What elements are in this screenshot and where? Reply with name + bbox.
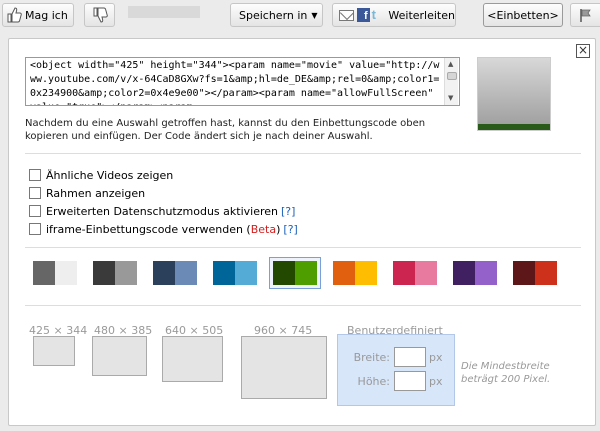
embed-label: <Einbetten>	[487, 8, 559, 22]
color-swatch-4[interactable]	[213, 261, 257, 285]
scroll-down-icon[interactable]: ▼	[448, 94, 453, 102]
dislike-button[interactable]	[84, 3, 115, 27]
save-to-label: Speichern in	[239, 8, 308, 22]
scroll-up-icon[interactable]: ▲	[448, 60, 453, 68]
height-input[interactable]	[394, 371, 426, 391]
swatch-secondary	[235, 261, 257, 285]
like-button[interactable]: Mag ich	[2, 3, 74, 27]
color-swatch-5[interactable]	[269, 257, 321, 289]
help-link[interactable]: [?]	[281, 205, 295, 218]
size-option-425[interactable]	[33, 336, 75, 366]
swatch-primary	[333, 261, 355, 285]
rating-bar	[128, 6, 200, 18]
swatch-secondary	[355, 261, 377, 285]
option-label-end: )	[276, 222, 281, 236]
option-related-videos[interactable]: Ähnliche Videos zeigen	[29, 167, 173, 183]
custom-width-row: Breite: px	[348, 347, 443, 367]
color-swatch-1[interactable]	[33, 261, 77, 285]
color-swatch-8[interactable]	[453, 261, 497, 285]
thumbs-up-icon	[7, 7, 22, 23]
swatch-secondary	[415, 261, 437, 285]
close-button[interactable]: ×	[576, 44, 590, 58]
color-swatch-7[interactable]	[393, 261, 437, 285]
size-option-960[interactable]	[241, 336, 327, 399]
swatch-primary	[513, 261, 535, 285]
width-unit: px	[429, 350, 443, 364]
checkbox[interactable]	[29, 187, 41, 199]
swatch-primary	[33, 261, 55, 285]
thumbs-down-icon	[93, 7, 108, 23]
option-iframe-code[interactable]: iframe-Einbettungscode verwenden (Beta) …	[29, 221, 298, 237]
height-unit: px	[429, 374, 443, 388]
preview-control-bar	[478, 124, 550, 130]
swatch-secondary	[175, 261, 197, 285]
option-label: Ähnliche Videos zeigen	[46, 168, 174, 182]
custom-height-row: Höhe: px	[348, 371, 443, 391]
color-swatch-9[interactable]	[513, 261, 557, 285]
swatch-secondary	[115, 261, 137, 285]
option-label: iframe-Einbettungscode verwenden (	[46, 222, 251, 236]
share-label: Weiterleiten	[388, 8, 455, 22]
beta-badge: Beta	[250, 222, 277, 236]
height-label: Höhe:	[357, 374, 390, 388]
embed-code-textarea[interactable]: <object width="425" height="344"><param …	[25, 57, 460, 106]
swatch-secondary	[535, 261, 557, 285]
like-label: Mag ich	[25, 8, 68, 22]
checkbox[interactable]	[29, 223, 41, 235]
chevron-down-icon: ▼	[311, 10, 318, 20]
color-swatch-6[interactable]	[333, 261, 377, 285]
swatch-secondary	[475, 261, 497, 285]
option-border[interactable]: Rahmen anzeigen	[29, 185, 145, 201]
swatch-secondary	[295, 261, 317, 285]
option-label: Erweiterten Datenschutzmodus aktivieren	[46, 204, 278, 218]
width-input[interactable]	[394, 347, 426, 367]
swatch-primary	[153, 261, 175, 285]
player-preview	[477, 57, 551, 131]
help-link[interactable]: [?]	[283, 223, 297, 236]
swatch-primary	[213, 261, 235, 285]
option-privacy-mode[interactable]: Erweiterten Datenschutzmodus aktivieren …	[29, 203, 295, 219]
share-button[interactable]: f t Weiterleiten	[332, 3, 456, 27]
scroll-thumb[interactable]	[447, 72, 457, 80]
checkbox[interactable]	[29, 205, 41, 217]
save-to-button[interactable]: Speichern in ▼	[230, 3, 323, 27]
color-swatch-3[interactable]	[153, 261, 197, 285]
mail-icon	[339, 9, 354, 21]
embed-panel: × <object width="425" height="344"><para…	[8, 38, 596, 426]
swatch-secondary	[55, 261, 77, 285]
checkbox[interactable]	[29, 169, 41, 181]
flag-icon	[579, 9, 591, 22]
flag-button[interactable]	[570, 3, 600, 27]
swatch-primary	[273, 261, 295, 285]
embed-button[interactable]: <Einbetten>	[483, 3, 563, 27]
twitter-icon: t	[371, 7, 376, 22]
color-swatch-2[interactable]	[93, 261, 137, 285]
divider	[25, 305, 581, 306]
size-option-480[interactable]	[92, 336, 147, 376]
embed-code-scrollbar[interactable]: ▲ ▼	[444, 58, 458, 105]
embed-hint: Nachdem du eine Auswahl getroffen hast, …	[25, 118, 426, 142]
custom-size-box[interactable]: Breite: px Höhe: px	[337, 334, 455, 406]
size-option-640[interactable]	[162, 336, 223, 382]
width-label: Breite:	[353, 350, 390, 364]
swatch-primary	[93, 261, 115, 285]
swatch-primary	[393, 261, 415, 285]
divider	[25, 247, 581, 248]
facebook-icon: f	[356, 8, 370, 22]
min-width-note: Die Mindestbreite beträgt 200 Pixel.	[461, 361, 551, 385]
divider	[25, 153, 581, 154]
swatch-primary	[453, 261, 475, 285]
option-label: Rahmen anzeigen	[46, 186, 146, 200]
